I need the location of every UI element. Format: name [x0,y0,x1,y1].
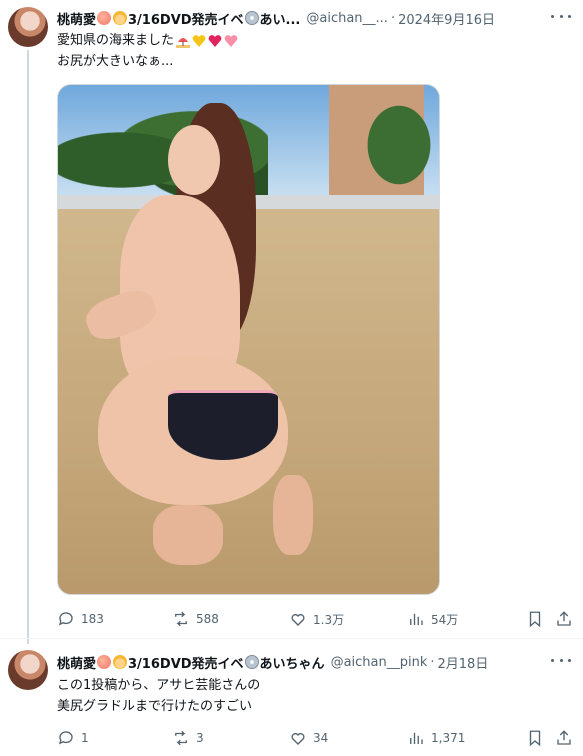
like-button[interactable]: 34 [289,728,328,748]
heart-icon [291,613,305,626]
pink-heart-icon [224,34,238,47]
action-bar: 1 3 34 1,371 [57,728,577,748]
separator-dot: · [430,654,435,670]
like-count: 1.3万 [313,612,345,627]
girl-emoji-icon [113,655,128,669]
bookmark-icon [529,611,541,628]
separator-dot: · [390,10,396,26]
bookmark-button[interactable] [526,609,544,629]
thread-connector-line [27,50,29,644]
more-options-button[interactable] [551,9,571,23]
reply-count: 183 [81,612,104,626]
author-handle[interactable]: @aichan__pink [331,655,428,670]
tweet-header: 桃萌愛 3/16DVD発売イベ あいちゃん @aichan__pink · 2月… [57,652,557,672]
reply-button[interactable]: 1 [57,728,89,748]
author-name-tail: あい... [259,12,301,28]
tweet-divider [0,638,583,639]
retweet-arrows-icon [175,730,187,746]
tweet-1[interactable]: 桃萌愛 3/16DVD発売イベ あい... @aichan__... · 202… [0,0,583,644]
retweet-button[interactable]: 3 [172,728,204,748]
avatar[interactable] [8,650,48,690]
author-name-text: 桃萌愛 [57,12,97,28]
share-upload-icon [557,611,571,626]
author-name-text: 桃萌愛 [57,656,97,672]
bookmark-button[interactable] [526,728,544,748]
bookmark-icon [529,730,541,747]
tweet-text-line-2: お尻が大きいなぁ... [57,54,174,69]
girl-emoji-icon [113,11,128,25]
peach-emoji-icon [97,11,112,25]
dvd-emoji-icon [244,11,259,25]
avatar[interactable] [8,7,48,47]
author-name-suffix: 3/16DVD発売イベ [128,656,244,672]
tweet-text: 愛知県の海来ました お尻が大きいなぁ... [57,30,238,72]
bar-chart-icon [410,613,423,625]
photo-trees-right [359,95,439,195]
photo-face [168,125,220,195]
share-button[interactable] [555,609,573,629]
speech-bubble-icon [58,612,73,626]
retweet-count: 588 [196,612,219,626]
tweet-text-line-1: この1投稿から、アサヒ芸能さんの [57,678,261,693]
share-button[interactable] [555,728,573,748]
retweet-arrows-icon [175,611,187,627]
tweet-text: この1投稿から、アサヒ芸能さんの 美尻グラドルまで行けたのすごい [57,675,260,717]
author-name[interactable]: 桃萌愛 3/16DVD発売イベ あいちゃん [57,653,325,672]
peach-emoji-icon [97,655,112,669]
author-name[interactable]: 桃萌愛 3/16DVD発売イベ あい... [57,9,300,28]
like-button[interactable]: 1.3万 [289,609,344,629]
share-upload-icon [557,730,571,745]
author-handle[interactable]: @aichan__... [306,11,388,26]
tweet-date[interactable]: 2月18日 [438,653,489,672]
beach-umbrella-emoji-icon [176,37,191,48]
views-button[interactable]: 1,371 [407,728,465,748]
retweet-count: 3 [196,731,204,745]
reply-count: 1 [81,731,89,745]
tweet-header: 桃萌愛 3/16DVD発売イベ あい... @aichan__... · 202… [57,8,557,28]
views-button[interactable]: 54万 [407,609,458,629]
like-count: 34 [313,731,329,745]
photo-leg-left [153,505,223,565]
speech-bubble-icon [58,731,73,745]
dvd-emoji-icon [244,655,259,669]
more-options-button[interactable] [551,653,571,667]
views-count: 54万 [431,612,459,627]
reply-button[interactable]: 183 [57,609,104,629]
heart-icon [291,732,305,745]
tweet-text-line-1: 愛知県の海来ました [57,33,175,48]
photo-leg-right [273,475,313,555]
author-name-tail: あいちゃん [259,656,325,672]
yellow-heart-icon [192,34,206,47]
red-heart-icon [208,34,222,47]
tweet-2[interactable]: 桃萌愛 3/16DVD発売イベ あいちゃん @aichan__pink · 2月… [0,640,583,756]
author-name-suffix: 3/16DVD発売イベ [128,12,244,28]
bar-chart-icon [410,732,423,744]
photo-bikini [168,390,278,460]
tweet-text-line-2: 美尻グラドルまで行けたのすごい [57,699,253,714]
tweet-date[interactable]: 2024年9月16日 [398,9,495,28]
views-count: 1,371 [431,731,466,745]
retweet-button[interactable]: 588 [172,609,219,629]
tweet-photo[interactable] [57,84,440,595]
action-bar: 183 588 1.3万 54万 [57,609,577,629]
